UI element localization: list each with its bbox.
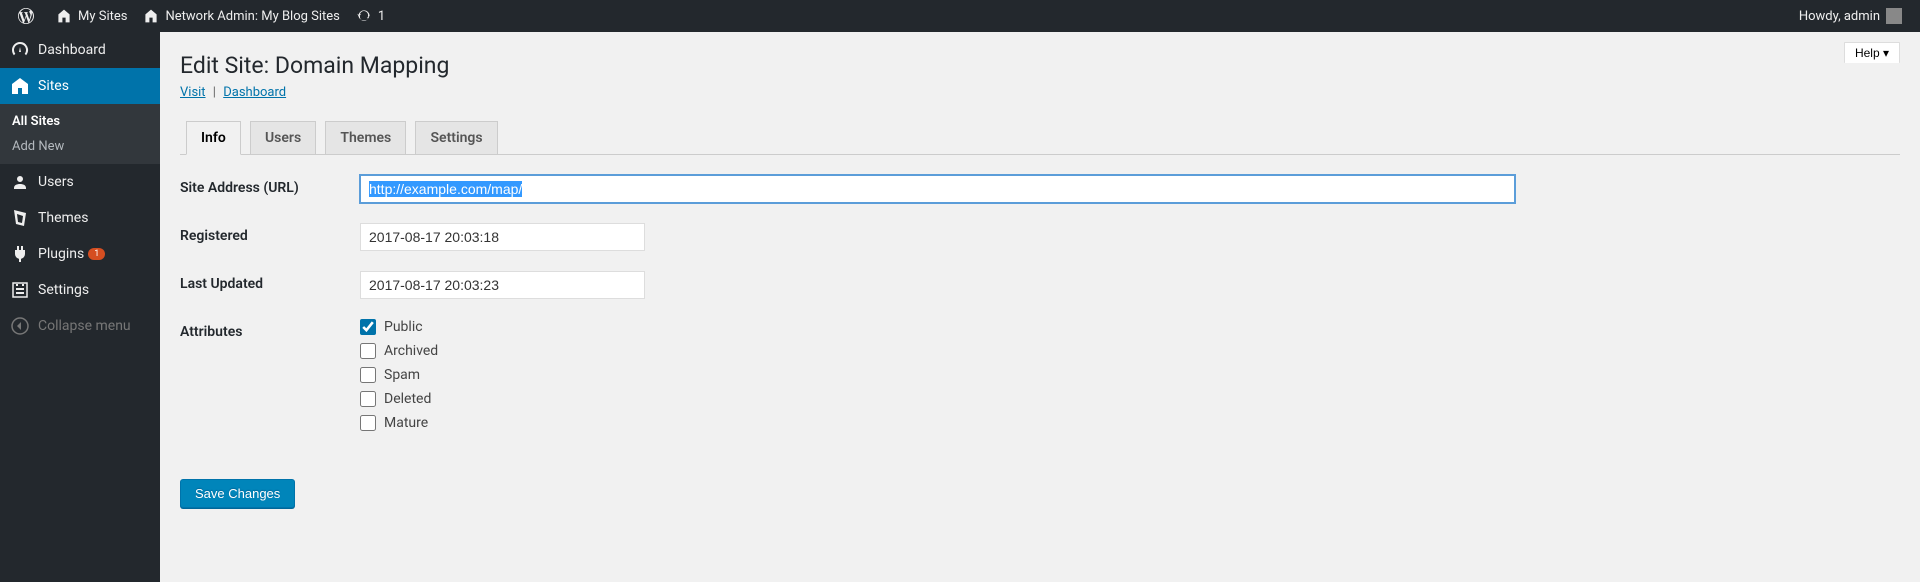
users-icon <box>10 172 30 192</box>
admin-sidebar: Dashboard Sites All Sites Add New Users … <box>0 32 160 582</box>
sidebar-allsites[interactable]: All Sites <box>0 109 160 134</box>
page-title: Edit Site: Domain Mapping <box>180 42 1844 85</box>
subnav: Visit | Dashboard <box>180 85 1900 100</box>
help-button[interactable]: Help ▾ <box>1844 42 1900 63</box>
sidebar-collapse[interactable]: Collapse menu <box>0 308 160 344</box>
my-sites-item[interactable]: My Sites <box>48 0 135 32</box>
url-input[interactable] <box>360 175 1515 203</box>
spam-checkbox[interactable] <box>360 367 376 383</box>
tab-info[interactable]: Info <box>186 121 241 155</box>
sidebar-sites-submenu: All Sites Add New <box>0 104 160 164</box>
howdy-label: Howdy, admin <box>1799 9 1880 24</box>
home-icon <box>56 8 72 24</box>
sidebar-sites[interactable]: Sites <box>0 68 160 104</box>
updated-input[interactable] <box>360 271 645 299</box>
tab-users[interactable]: Users <box>250 121 316 154</box>
sidebar-sites-label: Sites <box>38 78 69 94</box>
archived-label: Archived <box>384 343 438 359</box>
updates-count: 1 <box>378 9 385 24</box>
avatar <box>1886 8 1902 24</box>
admin-bar-left: My Sites Network Admin: My Blog Sites 1 <box>10 0 1791 32</box>
admin-bar: My Sites Network Admin: My Blog Sites 1 … <box>0 0 1920 32</box>
sidebar-plugins[interactable]: Plugins 1 <box>0 236 160 272</box>
archived-checkbox[interactable] <box>360 343 376 359</box>
sidebar-dashboard-label: Dashboard <box>38 42 106 58</box>
subnav-sep: | <box>213 85 216 100</box>
tab-themes[interactable]: Themes <box>325 121 406 154</box>
main-content: Edit Site: Domain Mapping Help ▾ Visit |… <box>160 32 1920 528</box>
updates-item[interactable]: 1 <box>348 0 393 32</box>
tab-nav: Info Users Themes Settings <box>180 115 1900 155</box>
plugins-badge: 1 <box>88 248 105 260</box>
plugins-icon <box>10 244 30 264</box>
sidebar-collapse-label: Collapse menu <box>38 318 131 334</box>
wordpress-icon <box>18 8 34 24</box>
deleted-checkbox[interactable] <box>360 391 376 407</box>
save-button[interactable]: Save Changes <box>180 479 295 508</box>
sidebar-plugins-label: Plugins <box>38 246 84 262</box>
sidebar-themes-label: Themes <box>38 210 88 226</box>
sidebar-settings-label: Settings <box>38 282 89 298</box>
sidebar-addnew[interactable]: Add New <box>0 134 160 159</box>
sidebar-settings[interactable]: Settings <box>0 272 160 308</box>
sidebar-themes[interactable]: Themes <box>0 200 160 236</box>
visit-link[interactable]: Visit <box>180 85 206 100</box>
sidebar-dashboard[interactable]: Dashboard <box>0 32 160 68</box>
settings-icon <box>10 280 30 300</box>
dashboard-link[interactable]: Dashboard <box>223 85 286 100</box>
collapse-icon <box>10 316 30 336</box>
sidebar-users[interactable]: Users <box>0 164 160 200</box>
wp-logo[interactable] <box>10 0 48 32</box>
home-icon <box>143 8 159 24</box>
my-sites-label: My Sites <box>78 9 127 24</box>
public-checkbox[interactable] <box>360 319 376 335</box>
mature-label: Mature <box>384 415 428 431</box>
tab-settings[interactable]: Settings <box>415 121 497 154</box>
sidebar-users-label: Users <box>38 174 74 190</box>
spam-label: Spam <box>384 367 420 383</box>
registered-label: Registered <box>180 223 360 244</box>
help-label: Help <box>1855 46 1880 60</box>
registered-input[interactable] <box>360 223 645 251</box>
themes-icon <box>10 208 30 228</box>
deleted-label: Deleted <box>384 391 431 407</box>
url-label: Site Address (URL) <box>180 175 360 196</box>
howdy-item[interactable]: Howdy, admin <box>1791 0 1910 32</box>
mature-checkbox[interactable] <box>360 415 376 431</box>
network-admin-label: Network Admin: My Blog Sites <box>165 9 339 24</box>
update-icon <box>356 8 372 24</box>
attributes-label: Attributes <box>180 319 360 340</box>
updated-label: Last Updated <box>180 271 360 292</box>
public-label: Public <box>384 319 423 335</box>
admin-bar-right: Howdy, admin <box>1791 0 1910 32</box>
sites-icon <box>10 76 30 96</box>
network-admin-item[interactable]: Network Admin: My Blog Sites <box>135 0 347 32</box>
form-table: Site Address (URL) Registered Last Updat… <box>180 175 1900 439</box>
dashboard-icon <box>10 40 30 60</box>
